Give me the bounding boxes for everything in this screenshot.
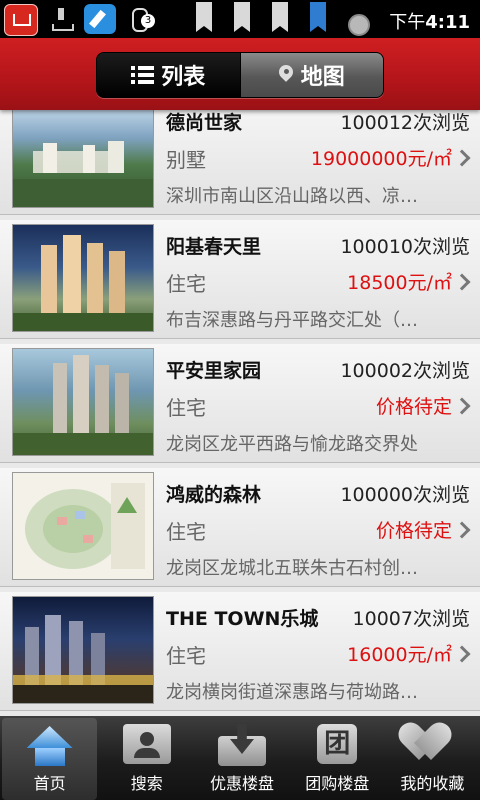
tab-home[interactable]: 首页 bbox=[2, 718, 98, 800]
app-notification-icon bbox=[4, 4, 38, 36]
property-type: 住宅 bbox=[166, 520, 206, 544]
list-item[interactable]: 阳基春天里 100010次浏览 住宅 18500元/㎡ 布吉深惠路与丹平路交汇处… bbox=[0, 220, 480, 339]
bottom-tab-bar: 首页 搜索 优惠楼盘 团 团购楼盘 我的收藏 bbox=[0, 716, 480, 800]
list-item[interactable]: 德尚世家 100012次浏览 别墅 19000000元/㎡ 深圳市南山区沿山路以… bbox=[0, 110, 480, 215]
view-count: 100012次浏览 bbox=[340, 112, 470, 134]
tab-search[interactable]: 搜索 bbox=[99, 716, 194, 800]
tab-favorites-label: 我的收藏 bbox=[400, 774, 465, 793]
chevron-right-icon bbox=[454, 272, 472, 294]
chevron-right-icon bbox=[454, 396, 472, 418]
person-search-icon bbox=[122, 724, 171, 764]
property-name: 平安里家园 bbox=[166, 360, 262, 382]
tab-group-buy-label: 团购楼盘 bbox=[305, 774, 370, 793]
tab-favorites[interactable]: 我的收藏 bbox=[385, 716, 480, 800]
property-thumbnail bbox=[12, 348, 154, 456]
list-icon bbox=[131, 65, 155, 85]
clock-period: 下午 bbox=[389, 12, 426, 33]
property-name: 鸿威的森林 bbox=[166, 484, 262, 506]
map-pin-icon bbox=[279, 65, 293, 85]
signal-flag-icon bbox=[268, 2, 292, 34]
download-arrow-icon bbox=[218, 724, 266, 766]
property-type: 住宅 bbox=[166, 272, 206, 296]
pen-icon bbox=[84, 4, 116, 34]
property-address: 布吉深惠路与丹平路交汇处（… bbox=[166, 310, 418, 331]
wifi-icon bbox=[230, 2, 254, 34]
chevron-right-icon bbox=[454, 644, 472, 666]
clock-time: 4:11 bbox=[425, 12, 470, 33]
property-thumbnail bbox=[12, 110, 154, 208]
view-count: 10007次浏览 bbox=[352, 608, 470, 630]
clock: 下午4:11 bbox=[389, 8, 470, 34]
property-thumbnail bbox=[12, 472, 154, 580]
chevron-right-icon bbox=[454, 520, 472, 542]
property-price: 18500元/㎡ bbox=[347, 272, 452, 294]
property-price: 19000000元/㎡ bbox=[310, 148, 452, 170]
flag-icon bbox=[192, 2, 216, 34]
chevron-right-icon bbox=[454, 148, 472, 170]
status-bar: 3 下午4:11 bbox=[0, 0, 480, 38]
tab-search-label: 搜索 bbox=[130, 774, 163, 793]
view-toggle: 列表 地图 bbox=[96, 52, 384, 98]
property-address: 龙岗区龙平西路与愉龙路交界处 bbox=[166, 434, 418, 455]
medal-icon bbox=[344, 4, 370, 36]
property-thumbnail bbox=[12, 224, 154, 332]
property-type: 住宅 bbox=[166, 396, 206, 420]
list-item[interactable]: 平安里家园 100002次浏览 住宅 价格待定 龙岗区龙平西路与愉龙路交界处 bbox=[0, 344, 480, 463]
tab-list-label: 列表 bbox=[161, 65, 206, 90]
property-name: 阳基春天里 bbox=[166, 236, 262, 258]
home-icon bbox=[27, 726, 73, 766]
list-item[interactable]: THE TOWN乐城 10007次浏览 住宅 16000元/㎡ 龙岗横岗街道深惠… bbox=[0, 592, 480, 711]
top-header: 列表 地图 bbox=[0, 38, 480, 110]
tab-discount[interactable]: 优惠楼盘 bbox=[194, 716, 289, 800]
tab-discount-label: 优惠楼盘 bbox=[210, 774, 275, 793]
property-name: THE TOWN乐城 bbox=[166, 608, 319, 630]
property-price: 16000元/㎡ bbox=[347, 644, 452, 666]
property-address: 龙岗区龙城北五联朱古石村创… bbox=[166, 558, 418, 579]
tab-list[interactable]: 列表 bbox=[97, 53, 240, 97]
property-type: 别墅 bbox=[166, 148, 206, 172]
property-price: 价格待定 bbox=[375, 396, 452, 418]
bookmark-icon bbox=[306, 2, 330, 34]
property-type: 住宅 bbox=[166, 644, 206, 668]
tab-map-label: 地图 bbox=[300, 65, 345, 90]
property-address: 龙岗横岗街道深惠路与荷坳路… bbox=[166, 682, 418, 703]
view-count: 100002次浏览 bbox=[340, 360, 470, 382]
heart-icon bbox=[409, 724, 455, 764]
property-thumbnail bbox=[12, 596, 154, 704]
property-name: 德尚世家 bbox=[166, 112, 243, 134]
view-count: 100010次浏览 bbox=[340, 236, 470, 258]
tab-home-label: 首页 bbox=[33, 774, 66, 793]
property-price: 价格待定 bbox=[375, 520, 452, 542]
download-icon bbox=[46, 4, 76, 34]
tab-group-buy[interactable]: 团 团购楼盘 bbox=[290, 716, 385, 800]
tab-map[interactable]: 地图 bbox=[239, 53, 383, 97]
list-item[interactable]: 鸿威的森林 100000次浏览 住宅 价格待定 龙岗区龙城北五联朱古石村创… bbox=[0, 468, 480, 587]
property-address: 深圳市南山区沿山路以西、凉… bbox=[166, 186, 418, 207]
view-count: 100000次浏览 bbox=[340, 484, 470, 506]
notification-count-badge: 3 bbox=[141, 14, 155, 28]
group-buy-icon: 团 bbox=[317, 724, 358, 764]
property-list[interactable]: 德尚世家 100012次浏览 别墅 19000000元/㎡ 深圳市南山区沿山路以… bbox=[0, 110, 480, 716]
